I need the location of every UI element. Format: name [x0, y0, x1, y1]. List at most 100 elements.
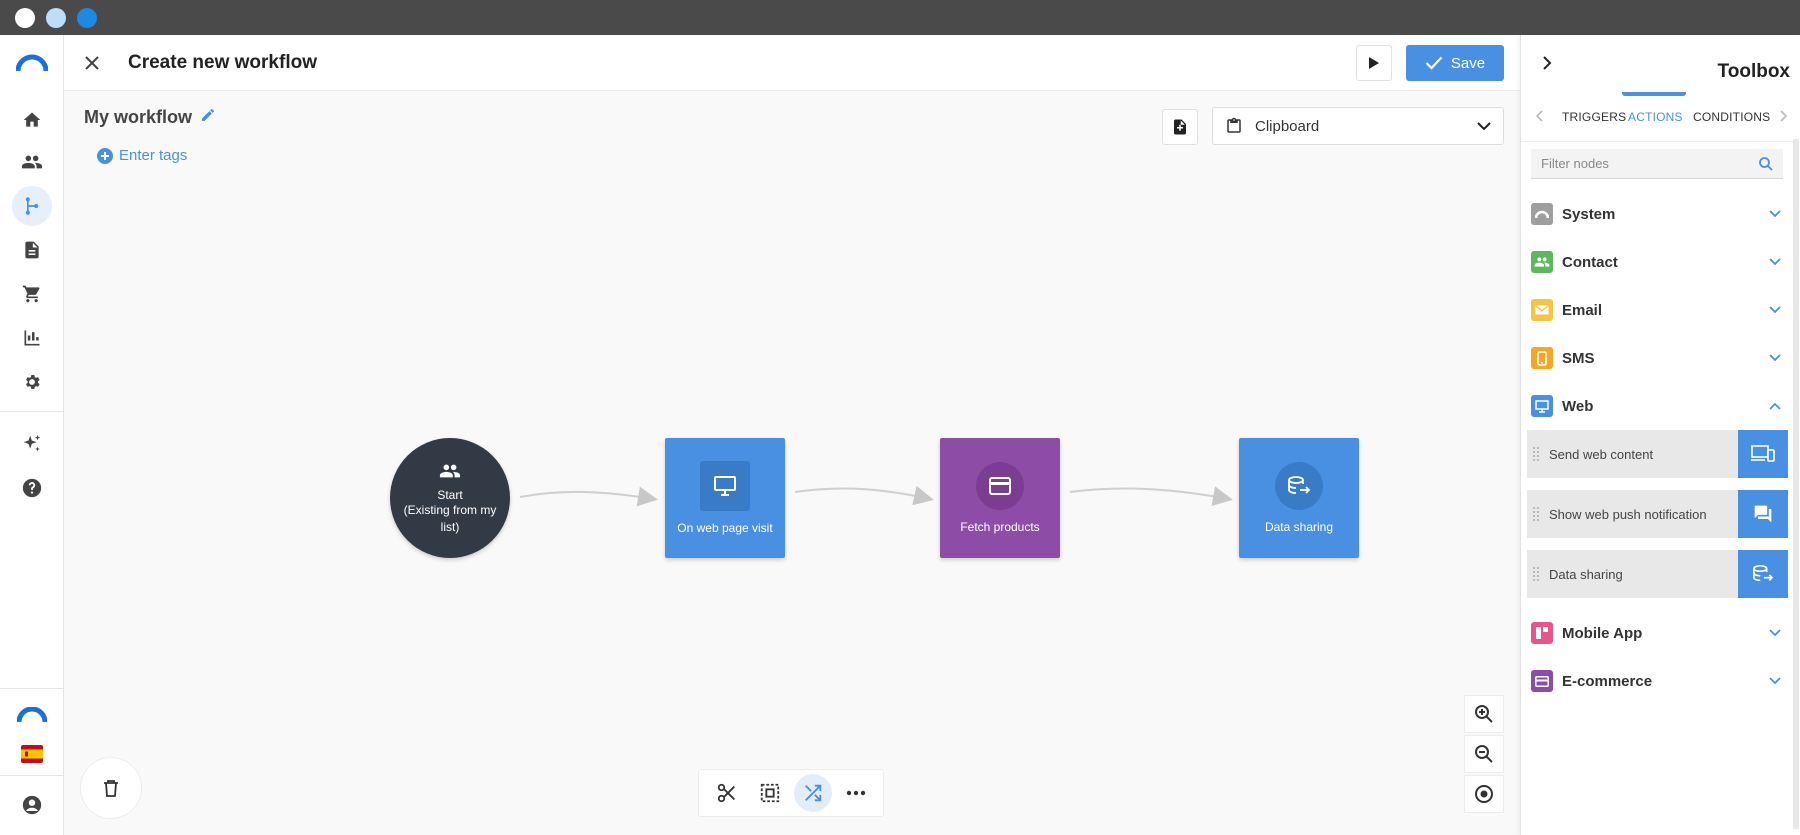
- chat-icon: [1738, 490, 1788, 538]
- window-maximize-dot[interactable]: [77, 8, 97, 28]
- category-contact[interactable]: Contact: [1531, 240, 1783, 284]
- toolbox-scrollbar[interactable]: [1793, 139, 1799, 829]
- cloud-icon: [1531, 203, 1553, 225]
- toolbox-panel: Toolbox TRIGGERS ACTIONS CONDITIONS Syst…: [1520, 35, 1800, 835]
- category-email-label: Email: [1562, 301, 1603, 319]
- web-item-label: Data sharing: [1549, 566, 1623, 582]
- card-icon: [976, 462, 1024, 510]
- category-web-label: Web: [1562, 397, 1594, 415]
- cart-icon[interactable]: [12, 274, 52, 314]
- web-item-send-web-content[interactable]: Send web content: [1527, 430, 1788, 478]
- run-workflow-button[interactable]: [1356, 45, 1392, 81]
- toolbox-title: Toolbox: [1717, 61, 1790, 82]
- chevron-right-icon[interactable]: [1535, 51, 1559, 75]
- trash-icon[interactable]: [80, 757, 142, 819]
- category-sms-label: SMS: [1562, 349, 1595, 367]
- category-ecommerce-label: E-commerce: [1562, 672, 1653, 690]
- brand-logo[interactable]: [12, 43, 52, 83]
- check-icon: [1425, 56, 1443, 70]
- canvas-toolbar: [698, 769, 884, 817]
- category-contact-label: Contact: [1562, 253, 1618, 271]
- settings-icon[interactable]: [12, 362, 52, 402]
- window-titlebar: [0, 0, 1800, 35]
- chevron-left-icon[interactable]: [1531, 108, 1547, 124]
- category-mobile-app-label: Mobile App: [1562, 624, 1643, 642]
- contacts-icon: [439, 464, 461, 478]
- chevron-down-icon: [1769, 258, 1781, 266]
- category-sms[interactable]: SMS: [1531, 336, 1783, 380]
- home-icon[interactable]: [12, 100, 52, 140]
- chevron-up-icon: [1769, 402, 1781, 410]
- user-profile-icon[interactable]: [12, 785, 52, 825]
- start-node[interactable]: Start (Existing from my list): [390, 438, 510, 558]
- tab-actions[interactable]: ACTIONS: [1628, 110, 1683, 124]
- database-share-icon: [1275, 462, 1323, 510]
- category-system[interactable]: System: [1531, 192, 1783, 236]
- play-icon: [1369, 57, 1379, 69]
- contacts-icon: [1531, 251, 1553, 273]
- active-tab-indicator: [1622, 92, 1686, 96]
- zoom-out-icon[interactable]: [1464, 735, 1504, 773]
- web-item-label: Send web content: [1549, 446, 1654, 462]
- drag-handle[interactable]: [1533, 507, 1541, 521]
- data-sharing-node-label: Data sharing: [1264, 520, 1334, 534]
- nav-divider-bottom: [0, 688, 64, 689]
- web-item-show-web-push-notification[interactable]: Show web push notification: [1527, 490, 1788, 538]
- save-button-label: Save: [1450, 54, 1486, 72]
- more-options-icon[interactable]: [837, 774, 875, 812]
- language-flag-icon[interactable]: [12, 734, 52, 774]
- start-node-sublabel: (Existing from my list): [403, 503, 497, 534]
- sparkle-icon[interactable]: [12, 424, 52, 464]
- drag-handle[interactable]: [1533, 447, 1541, 461]
- chevron-down-icon: [1769, 210, 1781, 218]
- category-mobile-app[interactable]: Mobile App: [1531, 611, 1783, 655]
- brand-logo-small[interactable]: [12, 695, 52, 735]
- workflow-header: Create new workflow Save: [64, 35, 1520, 91]
- start-node-label: Start: [437, 488, 463, 502]
- center-view-icon[interactable]: [1464, 775, 1504, 813]
- edge-web-visit-to-fetch: [794, 485, 934, 506]
- zoom-in-icon[interactable]: [1464, 695, 1504, 733]
- data-sharing-node[interactable]: Data sharing: [1239, 438, 1359, 558]
- envelope-icon: [1531, 299, 1553, 321]
- chart-icon[interactable]: [12, 318, 52, 358]
- close-icon[interactable]: [80, 51, 104, 75]
- filter-nodes-field[interactable]: [1531, 149, 1783, 179]
- help-icon[interactable]: [12, 468, 52, 508]
- toolbox-tabs: TRIGGERS ACTIONS CONDITIONS: [1521, 92, 1799, 142]
- chevron-down-icon: [1769, 677, 1781, 685]
- web-item-data-sharing[interactable]: Data sharing: [1527, 550, 1788, 598]
- workflow-icon[interactable]: [12, 186, 52, 226]
- window-minimize-dot[interactable]: [46, 8, 66, 28]
- edge-start-to-web-visit: [519, 486, 658, 507]
- chevron-right-small-icon[interactable]: [1776, 108, 1792, 124]
- zoom-controls: [1464, 695, 1504, 813]
- fetch-products-node[interactable]: Fetch products: [940, 438, 1060, 558]
- drag-handle[interactable]: [1533, 567, 1541, 581]
- category-email[interactable]: Email: [1531, 288, 1783, 332]
- category-ecommerce[interactable]: E-commerce: [1531, 659, 1783, 703]
- database-share-icon: [1738, 550, 1788, 598]
- chevron-down-icon: [1769, 629, 1781, 637]
- mobile-app-icon: [1531, 622, 1553, 644]
- monitor-icon: [1531, 395, 1553, 417]
- contacts-icon[interactable]: [12, 142, 52, 182]
- document-icon[interactable]: [12, 230, 52, 270]
- tab-conditions[interactable]: CONDITIONS: [1693, 110, 1770, 124]
- category-system-label: System: [1562, 205, 1616, 223]
- category-web[interactable]: Web: [1531, 384, 1783, 428]
- filter-nodes-input[interactable]: [1541, 156, 1741, 171]
- edge-fetch-to-data-sharing: [1069, 486, 1233, 506]
- phone-icon: [1531, 347, 1553, 369]
- web-visit-node[interactable]: On web page visit: [665, 438, 785, 558]
- card-icon: [1531, 670, 1553, 692]
- monitor-icon: [700, 461, 750, 511]
- save-button[interactable]: Save: [1406, 45, 1504, 81]
- shuffle-icon[interactable]: [793, 774, 832, 812]
- workflow-canvas[interactable]: My workflow Enter tags Clipboard Start (…: [64, 91, 1520, 835]
- search-icon: [1759, 156, 1773, 171]
- scissors-icon[interactable]: [708, 774, 746, 812]
- window-close-dot[interactable]: [15, 8, 35, 28]
- select-area-icon[interactable]: [751, 774, 789, 812]
- tab-triggers[interactable]: TRIGGERS: [1562, 110, 1626, 124]
